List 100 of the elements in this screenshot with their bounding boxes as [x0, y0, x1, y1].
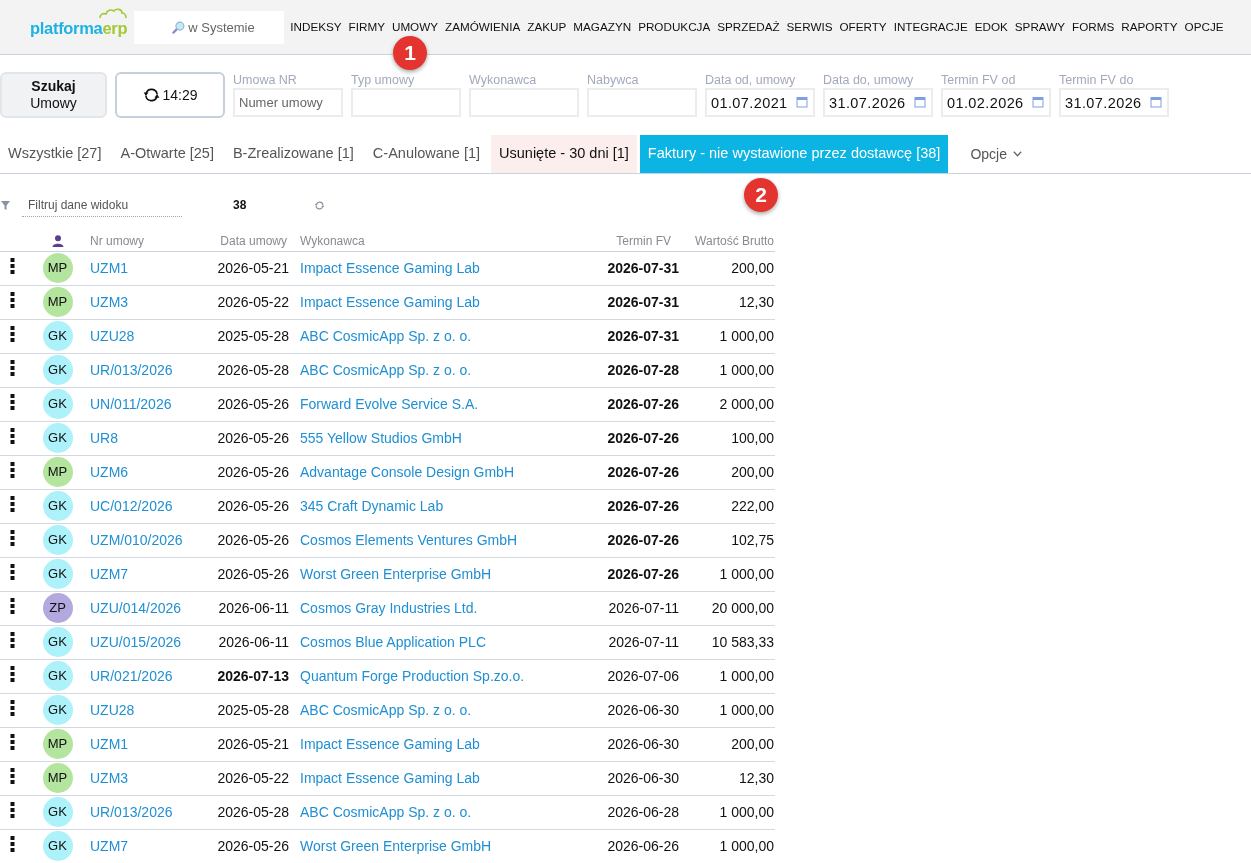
menu-link[interactable]: SPRZEDAŻ [717, 18, 780, 36]
menu-link[interactable]: MAGAZYN [573, 18, 632, 36]
contractor-link[interactable]: 345 Craft Dynamic Lab [300, 497, 444, 514]
contractor-link[interactable]: ABC CosmicApp Sp. z o. o. [300, 803, 472, 820]
kebab-menu-icon[interactable] [10, 598, 15, 614]
menu-link[interactable]: SERWIS [786, 18, 833, 36]
tab[interactable]: B-Zrealizowane [1] [224, 135, 362, 173]
menu-link[interactable]: OPCJE [1184, 18, 1224, 36]
kebab-menu-icon[interactable] [10, 666, 15, 682]
contract-number-link[interactable]: UR8 [90, 429, 118, 446]
contract-number-link[interactable]: UZM7 [90, 565, 129, 582]
filter-input[interactable]: Filtruj dane widoku [22, 193, 182, 217]
avatar: MP [42, 763, 73, 793]
menu-link[interactable]: OFERTY [839, 18, 887, 36]
menu-link[interactable]: INDEKSY [290, 18, 342, 36]
contractor-link[interactable]: Cosmos Gray Industries Ltd. [300, 599, 478, 616]
contract-number-link[interactable]: UZM6 [90, 463, 129, 480]
contractor-link[interactable]: Worst Green Enterprise GmbH [300, 565, 492, 582]
contractor-link[interactable]: Cosmos Elements Ventures GmbH [300, 531, 518, 548]
contract-number-link[interactable]: UC/012/2026 [90, 497, 173, 514]
contract-date: 2025-05-28 [217, 327, 289, 344]
tab[interactable]: Usunięte - 30 dni [1] [491, 135, 637, 173]
contractor-link[interactable]: Quantum Forge Production Sp.zo.o. [300, 667, 525, 684]
kebab-menu-icon[interactable] [10, 496, 15, 512]
calendar-icon[interactable] [914, 96, 926, 108]
kebab-menu-icon[interactable] [10, 564, 15, 580]
contractor-link[interactable]: ABC CosmicApp Sp. z o. o. [300, 327, 472, 344]
field-label: Data od, umowy [705, 72, 797, 88]
menu-link[interactable]: RAPORTY [1121, 18, 1178, 36]
contractor-link[interactable]: 555 Yellow Studios GmbH [300, 429, 462, 446]
tab[interactable]: C-Anulowane [1] [364, 135, 489, 173]
input-field[interactable]: Numer umowy [233, 88, 343, 117]
contract-number-link[interactable]: UZU28 [90, 327, 135, 344]
menu-link[interactable]: FORMS [1072, 18, 1115, 36]
menu-link[interactable]: INTEGRACJE [893, 18, 968, 36]
contractor-link[interactable]: Cosmos Blue Application PLC [300, 633, 486, 650]
contract-number-link[interactable]: UZU/015/2026 [90, 633, 182, 650]
contract-number-link[interactable]: UZM3 [90, 769, 129, 786]
contractor-link[interactable]: Impact Essence Gaming Lab [300, 769, 480, 786]
menu-link[interactable]: PRODUKCJA [638, 18, 711, 36]
contract-number-link[interactable]: UR/021/2026 [90, 667, 173, 684]
kebab-menu-icon[interactable] [10, 428, 15, 444]
contract-number-link[interactable]: UZU28 [90, 701, 135, 718]
contract-number-link[interactable]: UZM3 [90, 293, 129, 310]
kebab-menu-icon[interactable] [10, 530, 15, 546]
kebab-menu-icon[interactable] [10, 802, 15, 818]
contractor-link[interactable]: Worst Green Enterprise GmbH [300, 837, 492, 854]
menu-link[interactable]: SPRAWY [1014, 18, 1066, 36]
contract-number-link[interactable]: UR/013/2026 [90, 803, 173, 820]
contractor-link[interactable]: Forward Evolve Service S.A. [300, 395, 479, 412]
kebab-menu-icon[interactable] [10, 836, 15, 852]
refresh-icon[interactable] [314, 199, 326, 211]
kebab-menu-icon[interactable] [10, 292, 15, 308]
refresh-button[interactable]: 14:29 [115, 72, 225, 118]
kebab-menu-icon[interactable] [10, 326, 15, 342]
tab[interactable]: Faktury - nie wystawione przez dostawcę [38] [639, 135, 949, 173]
contract-number-link[interactable]: UZM7 [90, 837, 129, 854]
tab[interactable]: A-Otwarte [25] [112, 135, 222, 173]
tab[interactable]: Wszystkie [27] [0, 135, 110, 173]
contract-date: 2026-05-26 [217, 395, 289, 412]
search-field[interactable]: w Systemie [134, 10, 285, 44]
menu-link[interactable]: ZAMÓWIENIA [445, 18, 521, 36]
filter-icon [1, 200, 10, 210]
contractor-link[interactable]: ABC CosmicApp Sp. z o. o. [300, 701, 472, 718]
menu-link[interactable]: ZAKUP [527, 18, 567, 36]
contractor-link[interactable]: Impact Essence Gaming Lab [300, 735, 480, 752]
search-contracts-button[interactable]: Szukaj Umowy [0, 72, 107, 118]
contractor-link[interactable]: Impact Essence Gaming Lab [300, 293, 480, 310]
contractor-link[interactable]: ABC CosmicApp Sp. z o. o. [300, 361, 472, 378]
gross-amount: 1 000,00 [719, 667, 774, 684]
calendar-icon[interactable] [1150, 96, 1162, 108]
contract-number-link[interactable]: UZU/014/2026 [90, 599, 182, 616]
kebab-menu-icon[interactable] [10, 462, 15, 478]
kebab-menu-icon[interactable] [10, 394, 15, 410]
date-field[interactable]: 31.07.2026 [823, 88, 933, 117]
kebab-menu-icon[interactable] [10, 258, 15, 274]
menu-link[interactable]: EDOK [974, 18, 1008, 36]
menu-link[interactable]: FIRMY [348, 18, 385, 36]
date-field[interactable]: 01.02.2026 [941, 88, 1051, 117]
date-field[interactable]: 01.07.2021 [705, 88, 815, 117]
date-field[interactable]: 31.07.2026 [1059, 88, 1169, 117]
contractor-link[interactable]: Impact Essence Gaming Lab [300, 259, 480, 276]
column-header: Data umowy [220, 234, 287, 249]
contract-number-link[interactable]: UN/011/2026 [90, 395, 172, 412]
avatar: GK [42, 321, 73, 351]
calendar-icon[interactable] [1032, 96, 1044, 108]
contract-number-link[interactable]: UZM1 [90, 735, 129, 752]
options-dropdown[interactable]: Opcje [962, 135, 1030, 173]
kebab-menu-icon[interactable] [10, 632, 15, 648]
calendar-icon[interactable] [796, 96, 808, 108]
menu-link[interactable]: UMOWY [391, 18, 439, 36]
contract-number-link[interactable]: UR/013/2026 [90, 361, 173, 378]
contractor-link[interactable]: Advantage Console Design GmbH [300, 463, 514, 480]
kebab-menu-icon[interactable] [10, 768, 15, 784]
contract-number-link[interactable]: UZM1 [90, 259, 129, 276]
kebab-menu-icon[interactable] [10, 700, 15, 716]
contract-date: 2026-05-26 [217, 565, 289, 582]
kebab-menu-icon[interactable] [10, 360, 15, 376]
kebab-menu-icon[interactable] [10, 734, 15, 750]
contract-number-link[interactable]: UZM/010/2026 [90, 531, 183, 548]
